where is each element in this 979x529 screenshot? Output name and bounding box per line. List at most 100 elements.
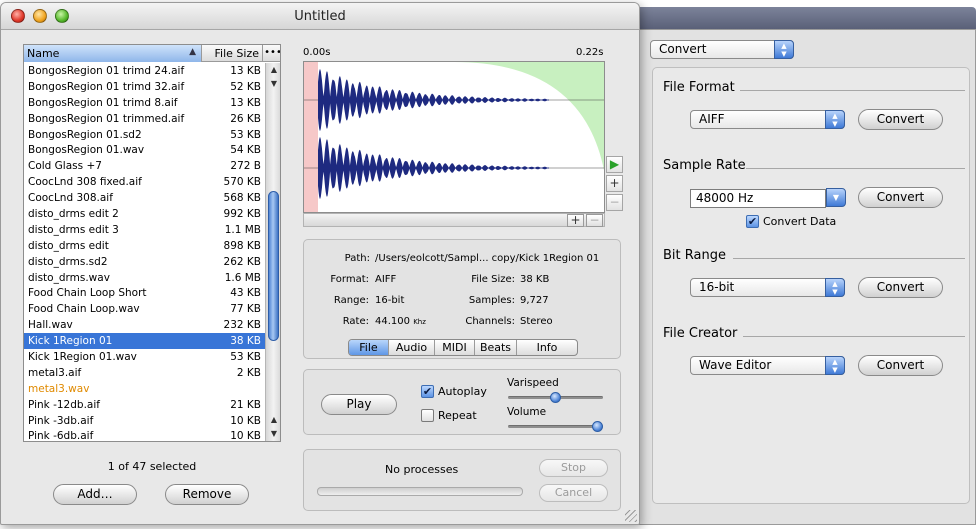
convert-data-label: Convert Data xyxy=(763,215,837,228)
file-list-row[interactable]: Kick 1Region 01.wav 53 KB xyxy=(24,349,265,365)
waveform-scrollbar[interactable] xyxy=(303,213,605,227)
convert-file-format-button[interactable]: Convert xyxy=(858,109,943,130)
file-list-row[interactable]: CoocLnd 308 fixed.aif 570 KB xyxy=(24,174,265,190)
remove-files-button[interactable]: Remove xyxy=(165,484,249,505)
file-list-row[interactable]: BongosRegion 01.sd2 53 KB xyxy=(24,127,265,143)
waveform-view[interactable] xyxy=(303,61,605,213)
popup-arrows-icon: ▲ ▼ xyxy=(774,40,794,59)
vertical-zoom-in-icon[interactable]: + xyxy=(606,175,623,192)
file-size: 10 KB xyxy=(230,414,261,427)
file-size: 570 KB xyxy=(223,176,261,189)
file-list-row[interactable]: Kick 1Region 01 38 KB xyxy=(24,333,265,350)
file-format-popup[interactable]: AIFF ▲ ▼ xyxy=(690,110,845,129)
file-list[interactable]: Name ▲ File Size ••• BongosRegion 01 tri… xyxy=(23,44,281,442)
resize-grip-icon[interactable] xyxy=(625,510,637,522)
volume-label: Volume xyxy=(507,406,547,418)
converter-mode-popup[interactable]: Convert ▲ ▼ xyxy=(650,40,794,59)
file-list-row[interactable]: Pink -6db.aif 10 KB xyxy=(24,428,265,442)
tab-audio[interactable]: Audio xyxy=(389,340,435,355)
vertical-zoom-out-icon[interactable]: − xyxy=(606,194,623,211)
scroll-up-icon[interactable]: ▲ xyxy=(266,413,280,427)
range-value: 16-bit xyxy=(375,295,405,306)
varispeed-slider-knob[interactable] xyxy=(549,392,561,403)
convert-data-checkbox[interactable]: ✔ xyxy=(746,215,759,228)
zoom-out-icon[interactable]: − xyxy=(586,214,603,227)
file-list-row[interactable]: disto_drms.sd2 262 KB xyxy=(24,254,265,270)
waveform-start-time: 0.00s xyxy=(303,47,331,58)
sample-rate-title: Sample Rate xyxy=(663,158,746,173)
convert-sample-rate-button[interactable]: Convert xyxy=(858,187,943,208)
tab-midi[interactable]: MIDI xyxy=(435,340,475,355)
popup-arrows-icon: ▲ ▼ xyxy=(825,356,845,375)
tab-beats[interactable]: Beats xyxy=(475,340,517,355)
file-size: 38 KB xyxy=(230,335,261,348)
scroll-thumb[interactable] xyxy=(268,191,279,341)
convert-bit-range-button[interactable]: Convert xyxy=(858,277,943,298)
file-list-row[interactable]: BongosRegion 01 trimmed.aif 26 KB xyxy=(24,111,265,127)
name-column-header[interactable]: Name ▲ xyxy=(24,45,202,62)
convert-file-creator-button[interactable]: Convert xyxy=(858,355,943,376)
scroll-down-icon[interactable]: ▼ xyxy=(266,77,280,91)
play-preview-icon[interactable]: ▶ xyxy=(606,156,623,173)
file-list-row[interactable]: BongosRegion 01 trimd 32.aif 52 KB xyxy=(24,79,265,95)
file-size: 898 KB xyxy=(223,239,261,252)
sample-rate-dropdown-icon[interactable]: ▼ xyxy=(826,188,846,207)
file-list-row[interactable]: disto_drms edit 3 1.1 MB xyxy=(24,222,265,238)
stop-button[interactable]: Stop xyxy=(539,459,608,477)
process-progress-bar xyxy=(317,487,523,496)
file-list-row[interactable]: disto_drms.wav 1.6 MB xyxy=(24,270,265,286)
file-list-row[interactable]: Food Chain Loop.wav 77 KB xyxy=(24,301,265,317)
file-list-row[interactable]: metal3.aif 2 KB xyxy=(24,365,265,381)
tab-info[interactable]: Info xyxy=(517,340,577,355)
file-creator-popup[interactable]: Wave Editor ▲ ▼ xyxy=(690,356,845,375)
file-list-row[interactable]: Hall.wav 232 KB xyxy=(24,317,265,333)
file-list-row[interactable]: CoocLnd 308.aif 568 KB xyxy=(24,190,265,206)
file-list-row[interactable]: disto_drms edit 2 992 KB xyxy=(24,206,265,222)
zoom-in-icon[interactable]: + xyxy=(567,214,584,227)
file-list-row[interactable]: Cold Glass +7 272 B xyxy=(24,158,265,174)
file-list-rows: BongosRegion 01 trimd 24.aif 13 KB BongosR… xyxy=(24,63,265,442)
file-creator-value: Wave Editor xyxy=(699,358,772,372)
file-list-row[interactable]: Food Chain Loop Short 43 KB xyxy=(24,285,265,301)
tab-file[interactable]: File xyxy=(349,340,389,355)
rate-unit: Khz xyxy=(413,318,426,326)
file-list-row[interactable]: disto_drms edit 898 KB xyxy=(24,238,265,254)
bit-range-popup[interactable]: 16-bit ▲ ▼ xyxy=(690,278,845,297)
file-name: metal3.aif xyxy=(28,366,82,379)
file-size: 262 KB xyxy=(223,255,261,268)
sample-rate-field[interactable]: 48000 Hz xyxy=(690,189,826,208)
file-size: 1.6 MB xyxy=(224,271,261,284)
popup-arrows-icon: ▲ ▼ xyxy=(825,110,845,129)
autoplay-checkbox[interactable]: ✔ xyxy=(421,385,434,398)
file-list-row[interactable]: BongosRegion 01.wav 54 KB xyxy=(24,142,265,158)
file-size-column-header[interactable]: File Size xyxy=(203,45,263,62)
add-files-button[interactable]: Add… xyxy=(53,484,137,505)
file-name: disto_drms edit 3 xyxy=(28,223,119,236)
file-name: BongosRegion 01.sd2 xyxy=(28,128,142,141)
file-list-row[interactable]: BongosRegion 01 trimd 24.aif 13 KB xyxy=(24,63,265,79)
file-list-row[interactable]: Pink -12db.aif 21 KB xyxy=(24,397,265,413)
scroll-down-icon[interactable]: ▼ xyxy=(266,427,280,441)
fade-out-region xyxy=(454,62,604,171)
file-list-row[interactable]: metal3.wav xyxy=(24,381,265,397)
file-name: CoocLnd 308 fixed.aif xyxy=(28,176,142,189)
file-list-header: Name ▲ File Size ••• xyxy=(24,45,280,62)
file-name: BongosRegion 01 trimmed.aif xyxy=(28,112,185,125)
file-list-scrollbar[interactable]: ▲ ▼ ▲ ▼ xyxy=(265,63,280,441)
window-titlebar: Untitled xyxy=(1,3,639,30)
play-button[interactable]: Play xyxy=(321,394,397,415)
file-list-row[interactable]: Pink -3db.aif 10 KB xyxy=(24,413,265,429)
file-list-row[interactable]: BongosRegion 01 trimd 8.aif 13 KB xyxy=(24,95,265,111)
waveform-graphic xyxy=(304,62,604,212)
varispeed-label: Varispeed xyxy=(507,377,559,389)
file-size: 53 KB xyxy=(230,351,261,364)
file-size-label: File Size: xyxy=(471,274,515,285)
cancel-button[interactable]: Cancel xyxy=(539,484,608,502)
scroll-up-icon[interactable]: ▲ xyxy=(266,63,280,77)
volume-slider-track[interactable] xyxy=(508,425,603,428)
repeat-checkbox[interactable] xyxy=(421,409,434,422)
file-size: 10 KB xyxy=(230,430,261,442)
file-name: Pink -12db.aif xyxy=(28,398,100,411)
column-options-icon[interactable]: ••• xyxy=(264,45,280,62)
file-size: 26 KB xyxy=(230,112,261,125)
